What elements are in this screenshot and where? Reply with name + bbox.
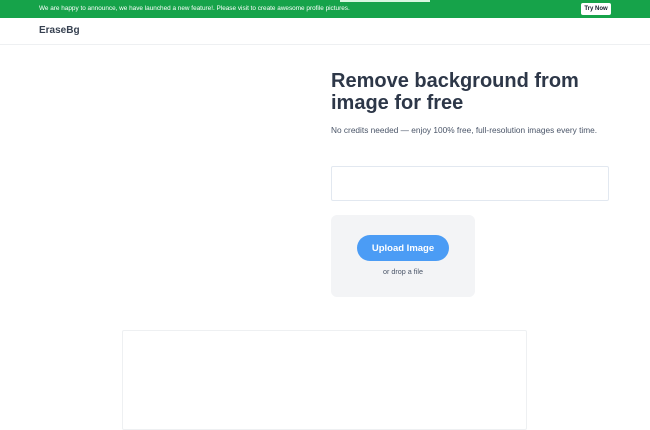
preview-panel: [122, 330, 527, 430]
logo-link[interactable]: EraseBg: [39, 25, 80, 36]
image-url-input[interactable]: [331, 166, 609, 201]
hero-subtitle: No credits needed — enjoy 100% free, ful…: [331, 125, 598, 135]
upload-dropzone[interactable]: Upload Image or drop a file: [331, 215, 475, 297]
site-header: EraseBg: [0, 18, 650, 45]
announcement-banner: We are happy to announce, we have launch…: [0, 0, 650, 18]
banner-accent-line: [340, 0, 430, 2]
hero-title: Remove background from image for free: [331, 70, 579, 114]
try-now-button[interactable]: Try Now: [581, 3, 611, 15]
drop-file-hint: or drop a file: [383, 267, 423, 276]
upload-image-button[interactable]: Upload Image: [357, 235, 449, 261]
announcement-text: We are happy to announce, we have launch…: [39, 5, 350, 12]
